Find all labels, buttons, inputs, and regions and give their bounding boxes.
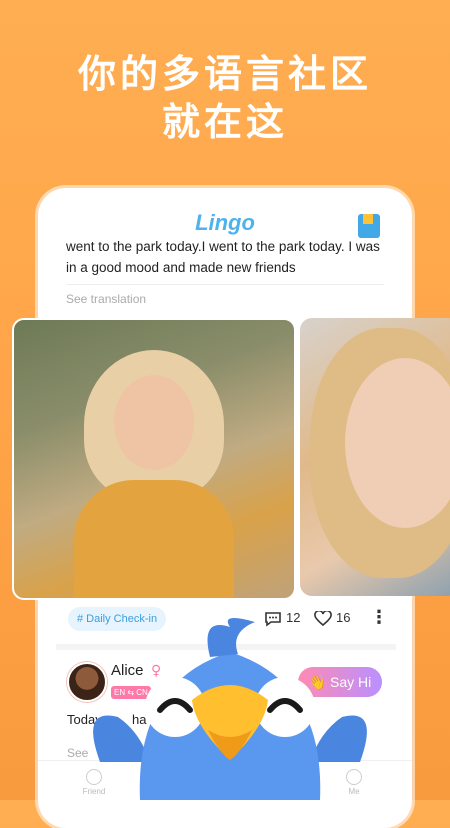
parrot-mascot-icon — [93, 618, 367, 800]
post-photo-1[interactable] — [12, 318, 296, 600]
app-logo: Lingo — [195, 210, 255, 235]
book-icon[interactable] — [358, 214, 380, 238]
headline-line2: 就在这 — [161, 100, 288, 144]
see-translation-link[interactable]: See translation — [66, 292, 146, 306]
headline-line1: 你的多语言社区 — [77, 52, 372, 96]
shirt-shape — [74, 480, 234, 598]
app-topbar: Lingo — [38, 188, 412, 240]
post-text: went to the park today.I went to the par… — [66, 239, 380, 275]
post-photo-2[interactable] — [300, 318, 450, 596]
face-shape — [114, 375, 194, 470]
divider — [66, 284, 384, 285]
